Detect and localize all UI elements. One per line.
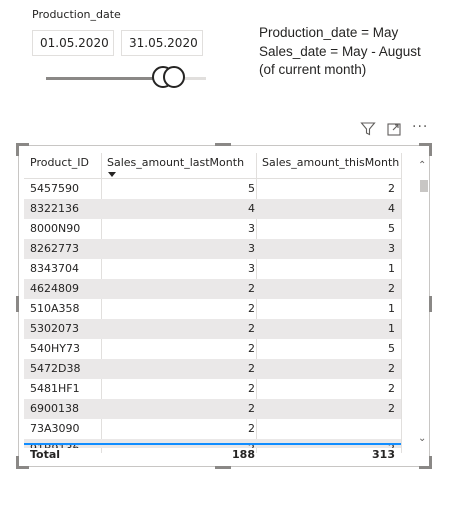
cell-sales-last-month: 5 bbox=[248, 182, 255, 195]
cell-sales-last-month: 2 bbox=[248, 422, 255, 435]
filter-icon[interactable] bbox=[360, 121, 378, 139]
scrollbar-thumb[interactable] bbox=[420, 180, 428, 192]
cell-sales-this-month: 2 bbox=[388, 282, 395, 295]
cell-product-id: 6900138 bbox=[30, 402, 79, 415]
table-row[interactable]: 5457590 5 2 bbox=[24, 179, 401, 199]
slicer-title: Production_date bbox=[32, 8, 121, 21]
column-header-sales-this-month[interactable]: Sales_amount_thisMonth bbox=[262, 151, 399, 178]
cell-sales-last-month: 2 bbox=[248, 302, 255, 315]
total-row: Total 188 313 bbox=[24, 445, 401, 465]
end-date-input[interactable]: 31.05.2020 bbox=[121, 30, 203, 56]
column-divider[interactable] bbox=[401, 153, 402, 453]
note-line-1: Production_date = May bbox=[259, 25, 399, 40]
table-header-row: Product_ID Sales_amount_lastMonth Sales_… bbox=[24, 151, 401, 179]
start-date-input[interactable]: 01.05.2020 bbox=[32, 30, 114, 56]
cell-sales-last-month: 3 bbox=[248, 262, 255, 275]
cell-sales-this-month: 1 bbox=[388, 322, 395, 335]
table-row[interactable]: 510A358 2 1 bbox=[24, 299, 401, 319]
more-options-icon[interactable]: ··· bbox=[412, 120, 430, 139]
cell-product-id: 8343704 bbox=[30, 262, 79, 275]
sort-descending-icon bbox=[108, 172, 116, 177]
cell-sales-last-month: 3 bbox=[248, 222, 255, 235]
total-sales-this-month: 313 bbox=[372, 448, 395, 461]
cell-sales-this-month: 3 bbox=[388, 242, 395, 255]
cell-sales-this-month: 5 bbox=[388, 222, 395, 235]
resize-handle-right[interactable] bbox=[429, 296, 432, 312]
note-line-2: Sales_date = May - August bbox=[259, 43, 421, 59]
table-row[interactable]: 8322136 4 4 bbox=[24, 199, 401, 219]
cell-sales-last-month: 2 bbox=[248, 322, 255, 335]
cell-sales-last-month: 2 bbox=[248, 362, 255, 375]
cell-product-id: 73A3090 bbox=[30, 422, 80, 435]
cell-product-id: 5302073 bbox=[30, 322, 79, 335]
table-visual[interactable]: Product_ID Sales_amount_lastMonth Sales_… bbox=[16, 143, 432, 469]
column-header-sales-last-month[interactable]: Sales_amount_lastMonth bbox=[107, 151, 244, 178]
table-row[interactable]: 540HY73 2 5 bbox=[24, 339, 401, 359]
cell-product-id: 8262773 bbox=[30, 242, 79, 255]
cell-sales-this-month bbox=[259, 419, 395, 439]
cell-product-id: 8322136 bbox=[30, 202, 79, 215]
scroll-up-icon[interactable]: ⌃ bbox=[418, 160, 426, 171]
note-line-3: (of current month) bbox=[259, 62, 367, 77]
cell-sales-last-month: 3 bbox=[248, 242, 255, 255]
cell-sales-last-month: 2 bbox=[248, 402, 255, 415]
cell-sales-this-month: 2 bbox=[388, 402, 395, 415]
table-body: 5457590 5 2 8322136 4 4 8000N90 3 5 8262773 3 3 8343… bbox=[24, 179, 401, 448]
cell-product-id: 5472D38 bbox=[30, 362, 81, 375]
text-note: Production_date = May Sales_date = May -… bbox=[259, 24, 421, 80]
cell-product-id: 540HY73 bbox=[30, 342, 80, 355]
total-label: Total bbox=[30, 448, 61, 461]
cell-sales-last-month: 2 bbox=[248, 282, 255, 295]
vertical-scrollbar[interactable]: ⌃ ⌄ bbox=[417, 154, 429, 454]
visual-header: ··· bbox=[358, 120, 438, 139]
cell-product-id: 510A358 bbox=[30, 302, 80, 315]
table-row[interactable]: 8000N90 3 5 bbox=[24, 219, 401, 239]
cell-sales-this-month: 2 bbox=[388, 382, 395, 395]
cell-sales-this-month: 4 bbox=[388, 202, 395, 215]
cell-product-id: 5481HF1 bbox=[30, 382, 80, 395]
cell-product-id: 8000N90 bbox=[30, 222, 81, 235]
cell-sales-this-month: 2 bbox=[388, 362, 395, 375]
resize-handle-top[interactable] bbox=[215, 143, 231, 146]
cell-sales-this-month: 2 bbox=[388, 182, 395, 195]
table-row[interactable]: 4624809 2 2 bbox=[24, 279, 401, 299]
resize-handle-bottom[interactable] bbox=[215, 466, 231, 469]
table-row[interactable]: 8343704 3 1 bbox=[24, 259, 401, 279]
slider-end-handle[interactable] bbox=[163, 66, 185, 88]
table-row[interactable]: 73A3090 2 bbox=[24, 419, 401, 439]
cell-product-id: 5457590 bbox=[30, 182, 79, 195]
cell-sales-this-month: 1 bbox=[388, 302, 395, 315]
table-row[interactable]: 8262773 3 3 bbox=[24, 239, 401, 259]
cell-sales-this-month: 1 bbox=[388, 262, 395, 275]
cell-sales-last-month: 4 bbox=[248, 202, 255, 215]
cell-product-id: 4624809 bbox=[30, 282, 79, 295]
cell-sales-last-month: 2 bbox=[248, 342, 255, 355]
table-row[interactable]: 6900138 2 2 bbox=[24, 399, 401, 419]
table-row[interactable]: 5472D38 2 2 bbox=[24, 359, 401, 379]
resize-corner-bottom-right[interactable] bbox=[419, 456, 432, 469]
cell-sales-last-month: 2 bbox=[248, 382, 255, 395]
total-sales-last-month: 188 bbox=[232, 448, 255, 461]
focus-mode-icon[interactable] bbox=[386, 121, 404, 139]
scroll-down-icon[interactable]: ⌄ bbox=[418, 433, 426, 444]
column-header-product-id[interactable]: Product_ID bbox=[30, 151, 89, 178]
table-row[interactable]: 5302073 2 1 bbox=[24, 319, 401, 339]
table-row[interactable]: 5481HF1 2 2 bbox=[24, 379, 401, 399]
cell-sales-this-month: 5 bbox=[388, 342, 395, 355]
resize-handle-left[interactable] bbox=[16, 296, 19, 312]
